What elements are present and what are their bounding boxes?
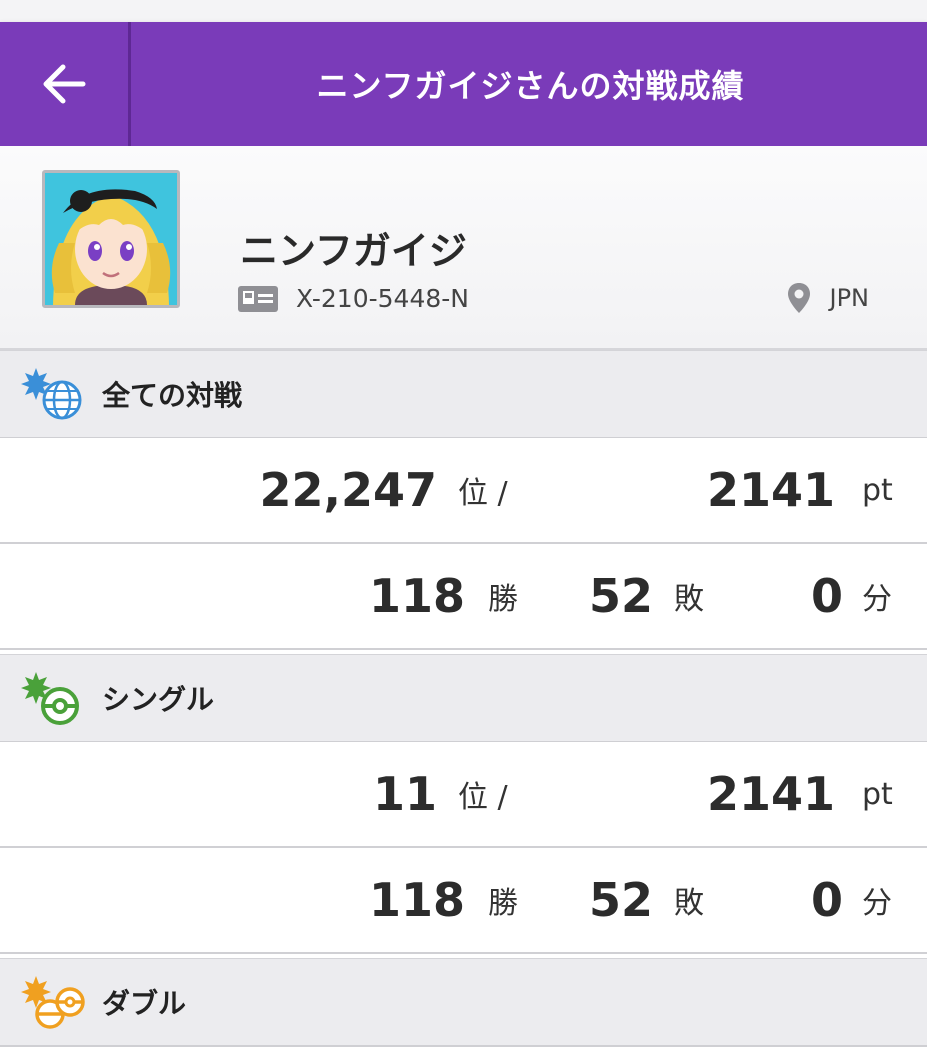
section-all-battles[interactable]: 全ての対戦 [0, 350, 927, 439]
player-name: ニンフガイジ [240, 229, 467, 273]
page-title: ニンフガイジさんの対戦成績 [316, 67, 745, 105]
double-battle-icon [21, 976, 85, 1029]
points-unit: pt [862, 776, 893, 812]
player-id: X-210-5448-N [296, 284, 469, 313]
draws-unit: 分 [862, 582, 892, 617]
rank-unit: 位 / [458, 476, 508, 511]
losses-value: 52 [588, 569, 653, 623]
section-label: 全ての対戦 [102, 379, 243, 412]
section-label: ダブル [102, 987, 187, 1020]
points-value: 2141 [706, 463, 835, 517]
draws-value: 0 [810, 569, 843, 623]
rank-value: 22,247 [259, 463, 437, 517]
losses-unit: 敗 [674, 886, 704, 921]
profile-card: ニンフガイジ X-210-5448-N JPN [0, 146, 927, 350]
record-row: 118 勝 52 敗 0 分 [0, 848, 927, 954]
status-strip [0, 0, 927, 22]
draws-unit: 分 [862, 886, 892, 921]
rank-value: 11 [372, 767, 437, 821]
wins-unit: 勝 [488, 582, 518, 617]
single-battle-icon [21, 672, 79, 725]
app-header: ニンフガイジさんの対戦成績 [0, 22, 927, 146]
wins-value: 118 [368, 569, 465, 623]
back-button[interactable] [0, 22, 131, 146]
wins-unit: 勝 [488, 886, 518, 921]
losses-value: 52 [588, 873, 653, 927]
record-row: 118 勝 52 敗 0 分 [0, 544, 927, 650]
location-pin-icon [788, 283, 811, 313]
points-value: 2141 [706, 767, 835, 821]
rank-row: 22,247 位 / 2141 pt [0, 438, 927, 544]
rank-unit: 位 / [458, 780, 508, 815]
rank-row: 11 位 / 2141 pt [0, 742, 927, 848]
wins-value: 118 [368, 873, 465, 927]
id-card-icon [238, 285, 278, 312]
avatar [42, 170, 180, 308]
losses-unit: 敗 [674, 582, 704, 617]
back-arrow-icon [43, 64, 86, 104]
location-label: JPN [829, 284, 869, 312]
points-unit: pt [862, 472, 893, 508]
globe-icon [21, 368, 82, 420]
draws-value: 0 [810, 873, 843, 927]
section-label: シングル [102, 683, 215, 716]
location-row: JPN [787, 282, 869, 314]
section-single-battle[interactable]: シングル [0, 654, 927, 743]
section-double-battle[interactable]: ダブル [0, 958, 927, 1047]
player-id-row: X-210-5448-N [238, 284, 469, 313]
